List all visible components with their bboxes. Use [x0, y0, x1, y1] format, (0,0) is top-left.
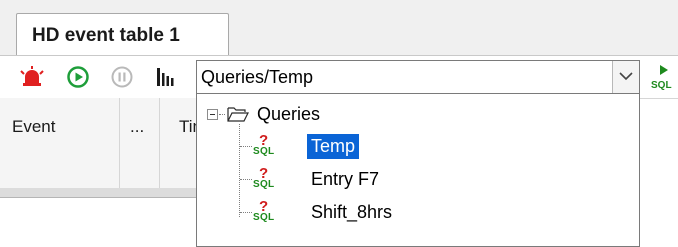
- pause-icon[interactable]: [108, 63, 136, 91]
- tree-item-entry-f7[interactable]: Entry F7: [307, 166, 383, 192]
- sql-query-icon: ? SQL: [253, 165, 275, 190]
- tree-item-shift-8hrs[interactable]: Shift_8hrs: [307, 199, 396, 225]
- event-grid-body: [0, 198, 196, 247]
- column-header-ellipsis[interactable]: ...: [120, 98, 160, 188]
- svg-text:SQL: SQL: [651, 80, 672, 91]
- tree-item-label: Entry F7: [311, 168, 380, 189]
- tab-title: HD event table 1: [32, 25, 180, 46]
- sql-query-icon: ? SQL: [253, 198, 275, 223]
- play-icon[interactable]: [64, 63, 92, 91]
- tree-item-queries-root[interactable]: Queries: [253, 101, 324, 127]
- column-header-event[interactable]: Event: [0, 98, 120, 188]
- tab-strip: HD event table 1: [0, 0, 678, 56]
- query-path-combobox[interactable]: Queries/Temp: [196, 60, 640, 94]
- tree-expander-minus-icon[interactable]: [207, 109, 218, 120]
- grid-scrollbar[interactable]: [0, 188, 196, 198]
- query-path-value: Queries/Temp: [201, 67, 314, 87]
- run-sql-icon[interactable]: SQL: [650, 62, 676, 92]
- chevron-down-icon: [619, 68, 633, 86]
- alarm-icon[interactable]: [18, 63, 46, 91]
- event-grid-header: Event ... Tim: [0, 98, 207, 189]
- tree-item-label: Queries: [257, 103, 321, 124]
- column-header-time[interactable]: Tim: [160, 98, 207, 188]
- tree-item-label: Temp: [307, 133, 360, 159]
- tab-hd-event-table[interactable]: HD event table 1: [16, 13, 229, 55]
- combo-dropdown-button[interactable]: [612, 61, 639, 93]
- bar-chart-icon[interactable]: [152, 63, 180, 91]
- query-tree-popup: Queries ? SQL Temp ? SQL Entry F7 ? SQL Shi…: [196, 94, 640, 247]
- tree-item-label: Shift_8hrs: [311, 201, 393, 222]
- folder-open-icon: [226, 104, 250, 124]
- tree-item-temp[interactable]: Temp: [307, 133, 360, 159]
- sql-query-icon: ? SQL: [253, 132, 275, 157]
